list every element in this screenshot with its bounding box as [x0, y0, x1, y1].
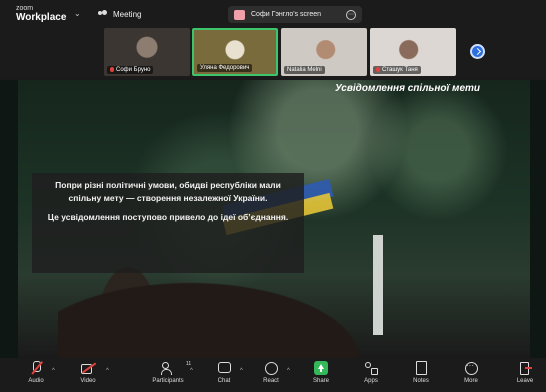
chat-button[interactable]: Chat	[204, 361, 244, 384]
more-button[interactable]: More	[451, 361, 491, 384]
screen-share-indicator[interactable]: Софи Гэнгло's screen ⋯	[228, 6, 362, 23]
screen-share-label: Софи Гэнгло's screen	[251, 11, 322, 18]
participant-gallery: Софи Бруно Уляна Федорович Natalia Melni…	[0, 26, 546, 78]
react-options-chevron-icon[interactable]: ^	[287, 368, 290, 374]
video-options-chevron-icon[interactable]: ^	[106, 368, 109, 374]
participants-icon: 11	[161, 361, 191, 375]
reaction-icon	[264, 361, 278, 375]
more-icon	[464, 361, 478, 375]
apps-icon	[364, 361, 378, 375]
slide-text-box: Попри різні політичні умови, обидві респ…	[32, 173, 304, 273]
participant-tile-active-speaker[interactable]: Уляна Федорович	[192, 28, 278, 76]
chat-icon	[217, 361, 231, 375]
leave-icon	[518, 361, 532, 375]
share-screen-icon	[314, 361, 328, 375]
people-icon	[98, 10, 108, 19]
participant-name: Сташук Таня	[373, 66, 421, 74]
slide-title: Усвідомлення спільної мети	[335, 83, 481, 94]
participants-options-chevron-icon[interactable]: ^	[190, 368, 193, 374]
crowd-silhouette	[58, 270, 388, 358]
slide-paragraph-1: Попри різні політичні умови, обидві респ…	[55, 180, 281, 203]
participants-button[interactable]: 11 Participants	[143, 361, 193, 384]
apps-button[interactable]: Apps	[351, 361, 391, 384]
view-options-icon[interactable]: ⋯	[346, 9, 356, 20]
zoom-logo: zoom Workplace	[16, 4, 67, 23]
meeting-label: Meeting	[113, 10, 142, 19]
shared-screen: Усвідомлення спільної мети Попри різні п…	[0, 80, 546, 358]
participant-tile[interactable]: Natalia Melni	[281, 28, 367, 76]
meeting-info[interactable]: Meeting	[98, 10, 141, 19]
next-page-button[interactable]	[470, 44, 485, 59]
meeting-toolbar: Audio ^ Video ^ 11 Participants ^ Chat ^…	[0, 358, 546, 392]
audio-button[interactable]: Audio	[16, 361, 56, 384]
sharer-avatar	[234, 9, 245, 20]
notes-icon	[414, 361, 428, 375]
participant-tile[interactable]: Софи Бруно	[104, 28, 190, 76]
mic-muted-icon	[29, 361, 43, 375]
participant-name: Уляна Федорович	[197, 64, 253, 72]
video-off-icon	[81, 361, 95, 375]
chat-options-chevron-icon[interactable]: ^	[240, 368, 243, 374]
video-button[interactable]: Video	[68, 361, 108, 384]
chevron-down-icon[interactable]: ⌄	[74, 9, 81, 18]
react-button[interactable]: React	[251, 361, 291, 384]
notes-button[interactable]: Notes	[401, 361, 441, 384]
slide-paragraph-2: Це усвідомлення поступово привело до іде…	[47, 212, 289, 222]
share-button[interactable]: Share	[301, 361, 341, 384]
participant-name: Natalia Melni	[284, 66, 325, 74]
leave-button[interactable]: Leave	[505, 361, 545, 384]
brand-large: Workplace	[16, 12, 67, 23]
participant-name: Софи Бруно	[107, 66, 154, 74]
participant-tile[interactable]: Сташук Таня	[370, 28, 456, 76]
audio-options-chevron-icon[interactable]: ^	[52, 368, 55, 374]
participant-count: 11	[186, 361, 192, 367]
muted-mic-icon	[110, 67, 114, 72]
muted-mic-icon	[376, 67, 380, 72]
